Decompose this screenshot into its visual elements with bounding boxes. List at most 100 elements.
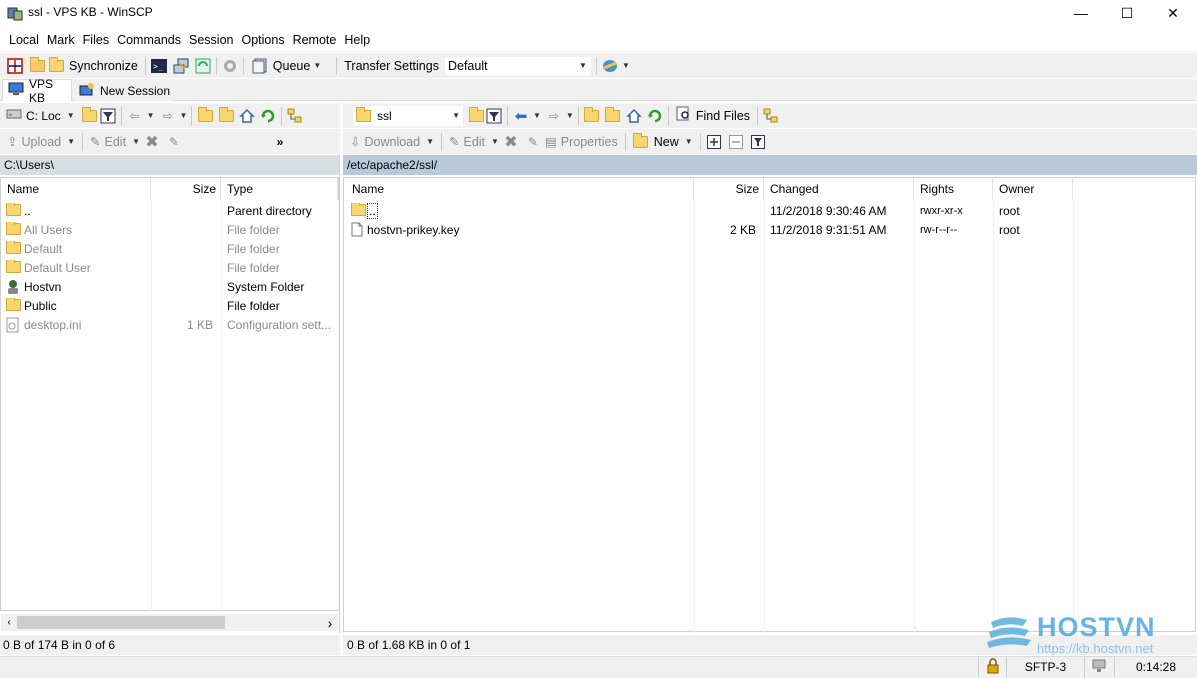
tree-view-icon[interactable] bbox=[286, 107, 304, 125]
chevron-down-icon[interactable]: ▼ bbox=[566, 111, 574, 120]
menu-session[interactable]: Session bbox=[185, 28, 237, 52]
scrollbar-thumb[interactable] bbox=[17, 616, 225, 629]
gear-icon[interactable] bbox=[221, 57, 239, 75]
table-row[interactable]: desktop.ini 1 KB Configuration sett... bbox=[1, 316, 338, 335]
encryption-status bbox=[978, 657, 1006, 677]
local-drive-select[interactable]: C: Loc ▼ bbox=[4, 106, 77, 126]
separator bbox=[120, 106, 122, 125]
menu-remote[interactable]: Remote bbox=[289, 28, 341, 52]
more-overflow-icon[interactable]: » bbox=[271, 133, 289, 151]
root-directory-icon[interactable] bbox=[217, 106, 235, 125]
folder-icon bbox=[6, 222, 22, 241]
chevron-down-icon: ▼ bbox=[684, 137, 693, 146]
queue-button[interactable]: Queue ▼ bbox=[248, 55, 324, 77]
table-row[interactable]: .. 11/2/2018 9:30:46 AM rwxr-xr-x root bbox=[344, 202, 1197, 221]
table-row[interactable]: Default File folder bbox=[1, 240, 338, 259]
root-directory-icon[interactable] bbox=[604, 106, 622, 125]
rename-icon[interactable]: ✎ bbox=[524, 133, 542, 151]
synchronize-button[interactable]: Synchronize bbox=[46, 55, 141, 77]
open-folder-icon[interactable] bbox=[81, 106, 99, 125]
column-header-size[interactable]: Size bbox=[694, 178, 764, 200]
menu-files[interactable]: Files bbox=[79, 28, 113, 52]
table-row[interactable]: All Users File folder bbox=[1, 221, 338, 240]
column-header-name[interactable]: Name bbox=[1, 178, 151, 200]
transfer-preset-icon[interactable] bbox=[601, 57, 619, 75]
file-rights: rwxr-xr-x bbox=[920, 205, 963, 217]
properties-button[interactable]: ▤ Properties bbox=[542, 131, 621, 153]
tab-new-session[interactable]: New Session bbox=[74, 81, 172, 101]
refresh-sync-icon[interactable] bbox=[194, 57, 212, 75]
minimize-button[interactable]: — bbox=[1058, 0, 1104, 26]
file-name: Default bbox=[24, 242, 63, 256]
close-button[interactable]: ✕ bbox=[1150, 0, 1196, 26]
new-button[interactable]: New ▼ bbox=[630, 131, 696, 153]
column-header-type[interactable]: Type bbox=[221, 178, 338, 200]
remote-directory-select[interactable]: ssl ▼ bbox=[353, 105, 463, 126]
table-row[interactable]: Public File folder bbox=[1, 297, 338, 316]
refresh-icon[interactable] bbox=[259, 107, 277, 125]
menu-help[interactable]: Help bbox=[340, 28, 374, 52]
local-edit-button[interactable]: ✎ Edit ▼ bbox=[87, 131, 143, 153]
local-file-list[interactable]: Name Size Type .. Parent directory All Use… bbox=[0, 177, 339, 631]
table-row[interactable]: hostvn-prikey.key 2 KB 11/2/2018 9:31:51 A… bbox=[344, 221, 1197, 240]
forward-icon[interactable]: ⇨ bbox=[545, 107, 563, 125]
upload-button[interactable]: ⇪ Upload ▼ bbox=[4, 131, 78, 153]
home-icon[interactable] bbox=[238, 107, 256, 125]
filter-icon[interactable] bbox=[485, 107, 503, 125]
synchronize-browsing-icon[interactable] bbox=[28, 56, 46, 75]
chevron-down-icon[interactable]: ▼ bbox=[533, 111, 541, 120]
tab-vps-kb[interactable]: VPS KB bbox=[2, 77, 72, 105]
synchronize-icon bbox=[49, 56, 64, 72]
open-folder-icon[interactable] bbox=[467, 106, 485, 125]
compare-directories-icon[interactable] bbox=[6, 57, 24, 75]
chevron-down-icon[interactable]: ▼ bbox=[180, 111, 188, 120]
column-header-changed[interactable]: Changed bbox=[764, 178, 914, 200]
scroll-right-icon[interactable]: › bbox=[322, 615, 338, 631]
menu-commands[interactable]: Commands bbox=[113, 28, 185, 52]
file-owner: root bbox=[999, 223, 1020, 237]
menu-local[interactable]: Local bbox=[5, 28, 43, 52]
chevron-down-icon[interactable]: ▼ bbox=[147, 111, 155, 120]
filter-icon[interactable] bbox=[749, 133, 767, 151]
rename-icon[interactable]: ✎ bbox=[165, 133, 183, 151]
column-header-owner[interactable]: Owner bbox=[993, 178, 1073, 200]
putty-icon[interactable] bbox=[172, 57, 190, 75]
separator bbox=[667, 106, 669, 125]
chevron-down-icon[interactable]: ▼ bbox=[622, 61, 630, 70]
remote-panel: /etc/apache2/ssl/ Name Size Changed Righ… bbox=[343, 155, 1197, 633]
separator bbox=[82, 132, 84, 151]
table-row[interactable]: Default User File folder bbox=[1, 259, 338, 278]
back-icon[interactable]: ⬅ bbox=[512, 107, 530, 125]
forward-icon[interactable]: ⇨ bbox=[159, 107, 177, 125]
console-icon[interactable]: >_ bbox=[150, 57, 168, 75]
delete-icon[interactable]: ✖ bbox=[143, 133, 161, 151]
table-row[interactable]: .. Parent directory bbox=[1, 202, 338, 221]
download-button[interactable]: ⇩ Download ▼ bbox=[347, 131, 437, 153]
find-files-button[interactable]: Find Files bbox=[673, 105, 753, 127]
download-icon: ⇩ bbox=[350, 135, 361, 149]
select-files-icon[interactable] bbox=[705, 133, 723, 151]
unselect-files-icon[interactable] bbox=[727, 133, 745, 151]
scroll-left-icon[interactable]: ‹ bbox=[1, 617, 17, 628]
filter-icon[interactable] bbox=[99, 107, 117, 125]
parent-directory-icon[interactable] bbox=[583, 106, 601, 125]
remote-file-list[interactable]: Name Size Changed Rights Owner .. 11/2/20… bbox=[343, 177, 1197, 633]
column-header-rights[interactable]: Rights bbox=[914, 178, 993, 200]
home-icon[interactable] bbox=[625, 107, 643, 125]
column-header-size[interactable]: Size bbox=[151, 178, 221, 200]
column-header-name[interactable]: Name bbox=[344, 178, 694, 200]
tree-view-icon[interactable] bbox=[762, 107, 780, 125]
maximize-button[interactable]: ☐ bbox=[1104, 0, 1150, 26]
menu-mark[interactable]: Mark bbox=[43, 28, 79, 52]
local-horizontal-scrollbar[interactable]: ‹ › bbox=[1, 614, 338, 631]
delete-icon[interactable]: ✖ bbox=[502, 133, 520, 151]
table-row[interactable]: Hostvn System Folder bbox=[1, 278, 338, 297]
file-name: Default User bbox=[24, 261, 91, 275]
chevron-down-icon: ▼ bbox=[452, 111, 460, 120]
refresh-icon[interactable] bbox=[646, 107, 664, 125]
menu-options[interactable]: Options bbox=[237, 28, 288, 52]
transfer-settings-select[interactable]: Default ▼ bbox=[443, 55, 592, 76]
remote-edit-button[interactable]: ✎ Edit ▼ bbox=[446, 131, 502, 153]
back-icon[interactable]: ⇦ bbox=[126, 107, 144, 125]
parent-directory-icon[interactable] bbox=[196, 106, 214, 125]
